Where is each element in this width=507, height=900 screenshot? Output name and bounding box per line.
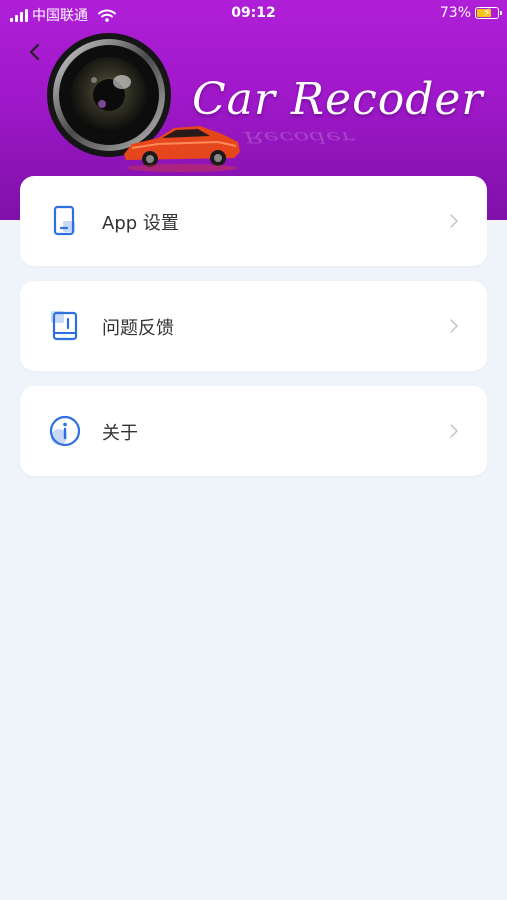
status-time: 09:12 xyxy=(231,5,276,21)
menu-item-label: 关于 xyxy=(102,423,138,444)
settings-menu: App 设置 问题反馈 关于 xyxy=(20,176,487,491)
menu-item-app-settings[interactable]: App 设置 xyxy=(20,176,487,266)
chevron-right-icon xyxy=(450,319,459,333)
menu-item-label: App 设置 xyxy=(102,213,179,234)
status-bar: 中国联通 09:12 73% ⚡ xyxy=(0,0,507,28)
battery-percent: 73% xyxy=(439,5,471,21)
menu-item-about[interactable]: 关于 xyxy=(20,386,487,476)
phone-settings-icon xyxy=(53,205,75,236)
chevron-left-icon[interactable] xyxy=(24,38,46,66)
status-right: 73% ⚡ xyxy=(439,5,502,21)
battery-icon: ⚡ xyxy=(475,6,502,19)
chevron-right-icon xyxy=(450,214,459,228)
brand-title-reflection: Recoder xyxy=(244,128,354,146)
chevron-right-icon xyxy=(450,424,459,438)
feedback-icon xyxy=(51,311,78,341)
brand-title: Car Recoder xyxy=(192,74,484,125)
menu-item-feedback[interactable]: 问题反馈 xyxy=(20,281,487,371)
menu-item-label: 问题反馈 xyxy=(102,318,174,339)
info-icon xyxy=(49,415,81,447)
